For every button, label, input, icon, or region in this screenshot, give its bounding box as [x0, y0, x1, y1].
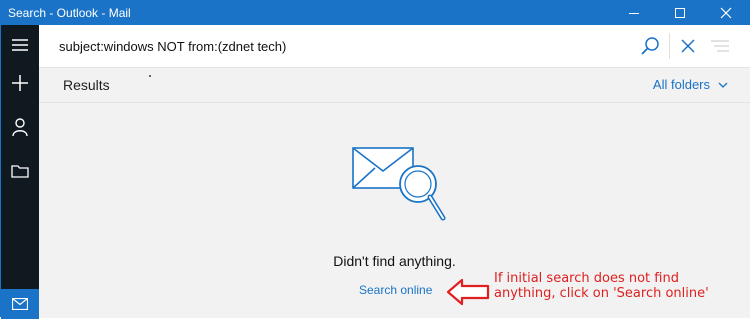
search-online-link[interactable]: Search online: [359, 283, 432, 297]
new-mail-button[interactable]: [1, 63, 39, 103]
filter-icon: [711, 40, 729, 52]
left-arrow-icon: [446, 278, 490, 306]
folders-button[interactable]: [1, 151, 39, 191]
left-rail: [1, 25, 39, 319]
chevron-down-icon: [718, 82, 728, 88]
search-bar: [39, 25, 750, 68]
clear-search-button[interactable]: [675, 33, 701, 59]
folder-filter-dropdown[interactable]: All folders: [653, 77, 728, 92]
search-button[interactable]: [639, 35, 661, 57]
minimize-button[interactable]: [611, 1, 657, 25]
person-icon: [12, 118, 28, 136]
mail-button[interactable]: [1, 289, 39, 319]
outlook-mail-window: Search - Outlook - Mail subject:windows …: [0, 0, 750, 319]
search-input[interactable]: [59, 36, 639, 56]
window-title: Search - Outlook - Mail: [8, 6, 131, 20]
close-icon: [681, 39, 695, 53]
close-window-button[interactable]: [703, 1, 749, 25]
annotation-text: If initial search does not find anything…: [494, 271, 709, 301]
menu-button[interactable]: [1, 25, 39, 65]
close-icon: [720, 7, 732, 19]
hamburger-icon: [12, 39, 28, 51]
folder-filter-label: All folders: [652, 77, 710, 92]
maximize-button[interactable]: [657, 1, 703, 25]
plus-icon: [12, 75, 28, 91]
mail-search-illustration: [352, 147, 446, 221]
maximize-icon: [675, 8, 685, 18]
title-bar: Search - Outlook - Mail: [1, 1, 749, 25]
search-icon: [641, 37, 659, 55]
minimize-icon: [629, 13, 639, 14]
search-divider: [669, 33, 670, 59]
cursor-mark: [149, 75, 151, 77]
filter-button[interactable]: [707, 33, 733, 59]
empty-results-message: Didn't find anything.: [333, 253, 456, 269]
accounts-button[interactable]: [1, 107, 39, 147]
folder-icon: [11, 165, 29, 178]
results-label: Results: [63, 77, 110, 93]
mail-icon: [12, 298, 28, 310]
results-header: Results All folders: [39, 68, 750, 103]
